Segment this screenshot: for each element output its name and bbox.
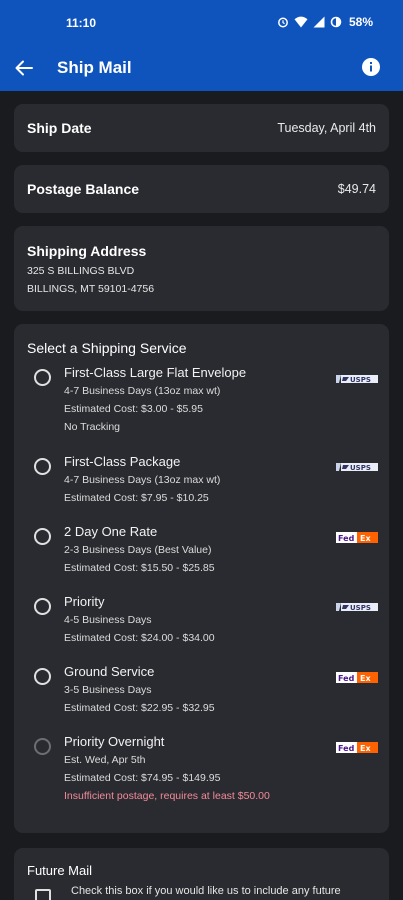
fedex-logo-icon: Fed Ex bbox=[336, 672, 378, 683]
usps-logo-icon: USPS bbox=[336, 603, 378, 612]
future-mail-checkbox[interactable] bbox=[35, 889, 51, 900]
service-extra: No Tracking bbox=[64, 421, 121, 433]
status-icons: 58% bbox=[277, 15, 373, 29]
svg-text:Ex: Ex bbox=[360, 534, 371, 543]
svg-text:Fed: Fed bbox=[338, 744, 355, 753]
status-time: 11:10 bbox=[66, 16, 97, 30]
service-detail: 4-5 Business Days bbox=[64, 614, 152, 626]
service-option-ground-service[interactable]: Ground Service 3-5 Business Days Estimat… bbox=[14, 662, 389, 718]
wifi-icon bbox=[294, 16, 308, 28]
info-button[interactable] bbox=[360, 56, 382, 78]
service-cost: Estimated Cost: $22.95 - $32.95 bbox=[64, 702, 215, 714]
fedex-logo-icon: Fed Ex bbox=[336, 532, 378, 543]
svg-text:Fed: Fed bbox=[338, 674, 355, 683]
service-name: First-Class Large Flat Envelope bbox=[64, 365, 247, 380]
shipping-service-card: Select a Shipping Service First-Class La… bbox=[14, 324, 389, 833]
service-option-2-day-one-rate[interactable]: 2 Day One Rate 2-3 Business Days (Best V… bbox=[14, 522, 389, 578]
shipping-address-card: Shipping Address 325 S BILLINGS BLVD BIL… bbox=[14, 226, 389, 311]
page-title: Ship Mail bbox=[57, 58, 132, 77]
service-option-first-class-package[interactable]: First-Class Package 4-7 Business Days (1… bbox=[14, 452, 389, 508]
alarm-icon bbox=[278, 17, 288, 28]
usps-logo-icon: USPS bbox=[336, 375, 378, 384]
service-radio[interactable] bbox=[34, 528, 51, 545]
status-bar: 11:10 58% bbox=[0, 0, 403, 46]
service-detail: Est. Wed, Apr 5th bbox=[64, 754, 146, 766]
future-mail-card: Future Mail Check this box if you would … bbox=[14, 848, 389, 900]
service-name: 2 Day One Rate bbox=[64, 524, 158, 539]
future-mail-text: Check this box if you would like us to i… bbox=[71, 885, 341, 897]
app-bar: 11:10 58% Ship Mail bbox=[0, 0, 403, 91]
svg-text:USPS: USPS bbox=[350, 376, 371, 384]
arrow-left-icon bbox=[15, 60, 33, 76]
shipping-address-label: Shipping Address bbox=[27, 243, 147, 259]
service-cost: Estimated Cost: $7.95 - $10.25 bbox=[64, 492, 209, 504]
service-name: First-Class Package bbox=[64, 454, 181, 469]
service-radio[interactable] bbox=[34, 668, 51, 685]
svg-text:Fed: Fed bbox=[338, 534, 355, 543]
toolbar: Ship Mail bbox=[0, 46, 403, 91]
service-radio[interactable] bbox=[34, 458, 51, 475]
usps-logo-icon: USPS bbox=[336, 463, 378, 472]
shipping-service-heading: Select a Shipping Service bbox=[27, 340, 187, 356]
service-detail: 4-7 Business Days (13oz max wt) bbox=[64, 474, 221, 486]
future-mail-heading: Future Mail bbox=[27, 863, 93, 878]
battery-percent: 58% bbox=[348, 15, 373, 29]
service-option-first-class-large-flat[interactable]: First-Class Large Flat Envelope 4-7 Busi… bbox=[14, 363, 389, 437]
svg-text:Ex: Ex bbox=[360, 674, 371, 683]
service-name: Ground Service bbox=[64, 664, 155, 679]
postage-balance-value: $49.74 bbox=[337, 182, 376, 196]
service-name: Priority Overnight bbox=[64, 734, 165, 749]
service-detail: 4-7 Business Days (13oz max wt) bbox=[64, 385, 221, 397]
ship-date-row[interactable]: Ship Date Tuesday, April 4th bbox=[14, 104, 389, 152]
ship-date-value: Tuesday, April 4th bbox=[277, 121, 376, 135]
fedex-logo-icon: Fed Ex bbox=[336, 742, 378, 753]
service-cost: Estimated Cost: $74.95 - $149.95 bbox=[64, 772, 221, 784]
ship-date-label: Ship Date bbox=[27, 120, 92, 136]
postage-balance-label: Postage Balance bbox=[27, 181, 140, 197]
service-warning: Insufficient postage, requires at least … bbox=[64, 790, 270, 802]
service-radio[interactable] bbox=[34, 369, 51, 386]
back-button[interactable] bbox=[12, 56, 36, 80]
signal-icon bbox=[313, 16, 325, 28]
svg-text:USPS: USPS bbox=[350, 464, 371, 472]
service-radio-disabled bbox=[34, 738, 51, 755]
svg-text:Ex: Ex bbox=[360, 744, 371, 753]
service-radio[interactable] bbox=[34, 598, 51, 615]
info-icon bbox=[362, 58, 380, 76]
service-cost: Estimated Cost: $15.50 - $25.85 bbox=[64, 562, 215, 574]
postage-balance-row: Postage Balance $49.74 bbox=[14, 165, 389, 213]
svg-text:USPS: USPS bbox=[350, 604, 371, 612]
service-name: Priority bbox=[64, 594, 105, 609]
address-line-2: BILLINGS, MT 59101-4756 bbox=[27, 283, 155, 295]
service-detail: 2-3 Business Days (Best Value) bbox=[64, 544, 212, 556]
address-line-1: 325 S BILLINGS BLVD bbox=[27, 265, 135, 277]
service-cost: Estimated Cost: $24.00 - $34.00 bbox=[64, 632, 215, 644]
service-cost: Estimated Cost: $3.00 - $5.95 bbox=[64, 403, 203, 415]
service-option-priority[interactable]: Priority 4-5 Business Days Estimated Cos… bbox=[14, 592, 389, 648]
service-option-priority-overnight: Priority Overnight Est. Wed, Apr 5th Est… bbox=[14, 732, 389, 808]
battery-icon bbox=[330, 16, 342, 28]
service-detail: 3-5 Business Days bbox=[64, 684, 152, 696]
